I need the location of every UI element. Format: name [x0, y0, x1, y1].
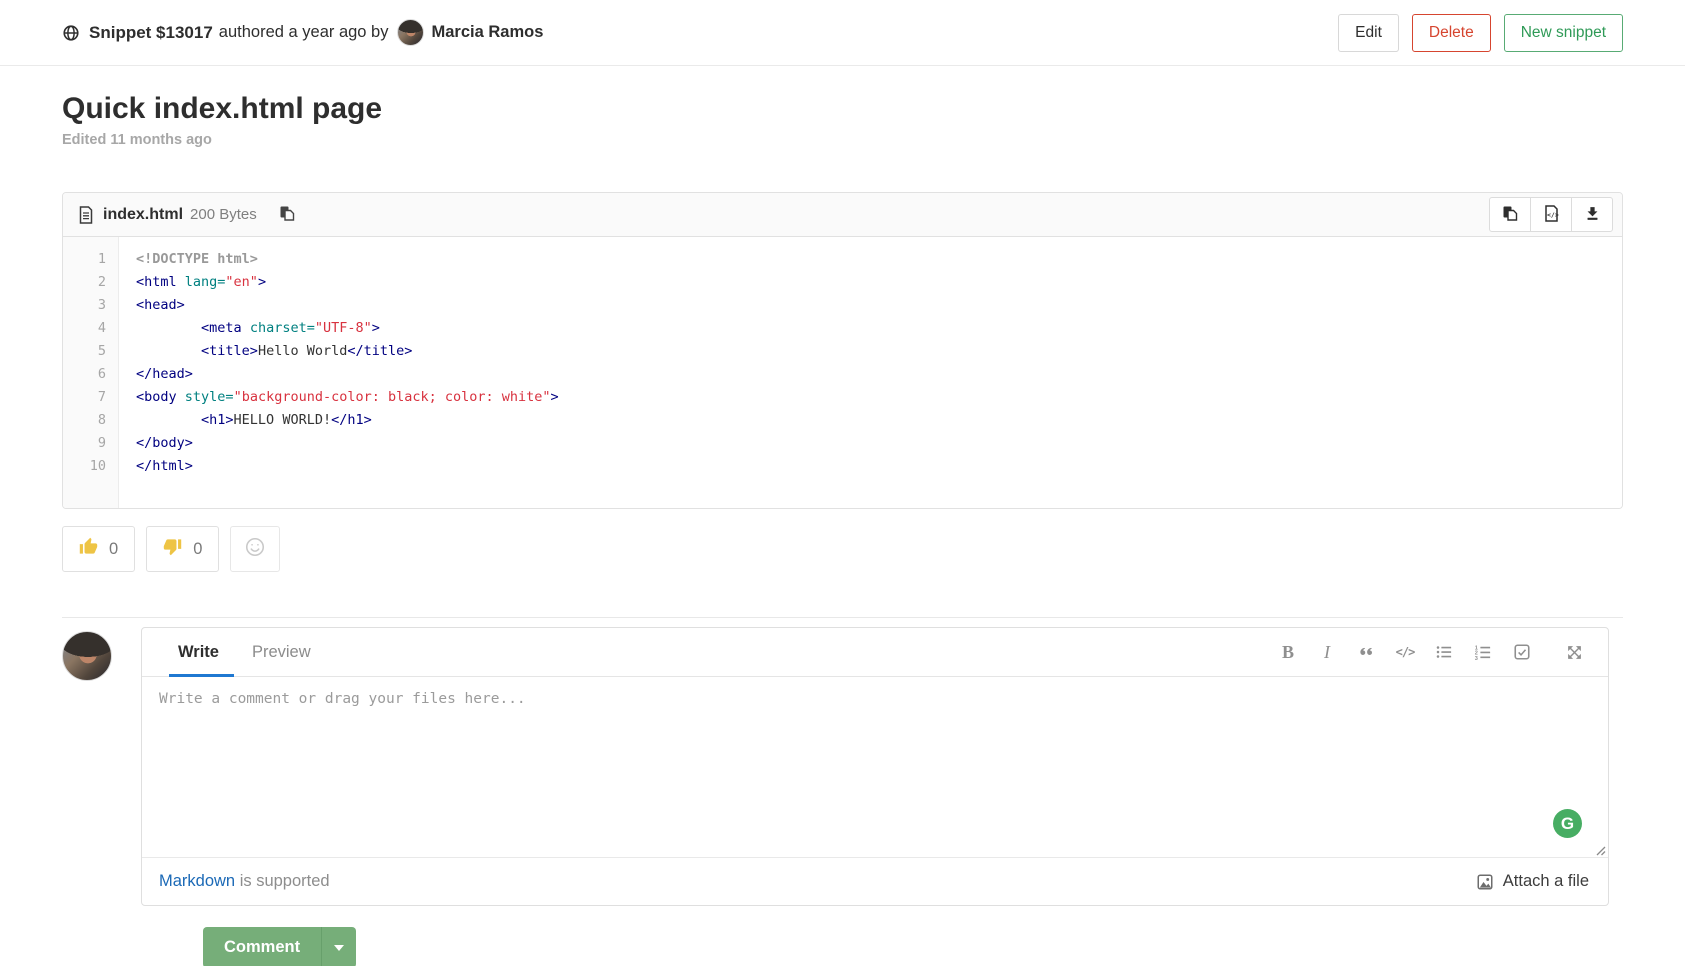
- snippet-id: Snippet $13017: [89, 23, 213, 43]
- thumbs-down-count: 0: [193, 540, 202, 559]
- copy-icon: [279, 205, 295, 225]
- markdown-note: Markdown is supported: [159, 872, 330, 891]
- code-viewer: 12345678910 <!DOCTYPE html><html lang="e…: [63, 237, 1622, 508]
- code-line: </head>: [136, 363, 1622, 386]
- bold-icon[interactable]: B: [1279, 643, 1297, 661]
- add-reaction-button[interactable]: [230, 526, 280, 572]
- code-line: </body>: [136, 432, 1622, 455]
- author-avatar[interactable]: [397, 19, 424, 46]
- file-card: index.html 200 Bytes </>: [62, 192, 1623, 509]
- resize-handle-icon[interactable]: [1594, 844, 1606, 856]
- line-number[interactable]: 8: [63, 409, 106, 432]
- edited-timestamp: Edited 11 months ago: [62, 132, 1623, 148]
- thumbs-down-button[interactable]: 0: [146, 526, 219, 572]
- svg-text:</>: </>: [1547, 211, 1559, 219]
- markdown-link[interactable]: Markdown: [159, 872, 235, 890]
- line-number[interactable]: 10: [63, 455, 106, 478]
- download-button[interactable]: [1571, 197, 1613, 232]
- globe-icon: [62, 24, 80, 42]
- grammarly-icon[interactable]: G: [1553, 809, 1582, 838]
- file-size: 200 Bytes: [190, 206, 257, 223]
- document-icon: [78, 206, 94, 224]
- comment-button[interactable]: Comment: [203, 927, 321, 966]
- line-number[interactable]: 7: [63, 386, 106, 409]
- file-header: index.html 200 Bytes </>: [63, 193, 1622, 237]
- attach-image-icon: [1476, 873, 1494, 891]
- comment-actions: Comment: [203, 927, 1623, 966]
- award-emoji-bar: 0 0: [62, 526, 1623, 572]
- quote-icon[interactable]: [1357, 643, 1375, 661]
- authored-text: authored a year ago by: [219, 23, 389, 42]
- download-icon: [1584, 205, 1601, 225]
- open-raw-button[interactable]: </>: [1530, 197, 1572, 232]
- edit-button[interactable]: Edit: [1338, 14, 1399, 52]
- task-list-icon[interactable]: [1513, 643, 1531, 661]
- delete-button[interactable]: Delete: [1412, 14, 1491, 52]
- open-raw-icon: </>: [1544, 205, 1559, 225]
- comment-box-footer: Markdown is supported Attach a file: [142, 857, 1608, 905]
- thumbs-up-icon: [79, 537, 98, 561]
- tab-write[interactable]: Write: [178, 628, 219, 677]
- file-name[interactable]: index.html: [103, 206, 183, 224]
- snippet-actions: Edit Delete New snippet: [1338, 14, 1623, 52]
- line-number[interactable]: 1: [63, 248, 106, 271]
- code-line: <html lang="en">: [136, 271, 1622, 294]
- code-line: <body style="background-color: black; co…: [136, 386, 1622, 409]
- comment-options-button[interactable]: [321, 927, 356, 966]
- code-line: <head>: [136, 294, 1622, 317]
- code-line: <title>Hello World</title>: [136, 340, 1622, 363]
- thumbs-down-icon: [163, 537, 182, 561]
- current-user-avatar: [62, 631, 112, 681]
- copy-contents-button[interactable]: [1489, 197, 1531, 232]
- comment-box: Write Preview B I </> 123: [141, 627, 1609, 906]
- line-number[interactable]: 9: [63, 432, 106, 455]
- smiley-icon: [244, 536, 266, 563]
- copy-file-path-button[interactable]: [275, 201, 299, 229]
- code-line: <!DOCTYPE html>: [136, 248, 1622, 271]
- line-numbers: 12345678910: [63, 237, 119, 508]
- markdown-toolbar: B I </> 123: [1279, 643, 1583, 661]
- comment-textarea[interactable]: [142, 677, 1608, 857]
- comment-box-header: Write Preview B I </> 123: [142, 628, 1608, 677]
- chevron-down-icon: [334, 945, 344, 951]
- section-divider: [62, 617, 1623, 618]
- code-lines: <!DOCTYPE html><html lang="en"><head> <m…: [119, 237, 1622, 508]
- line-number[interactable]: 3: [63, 294, 106, 317]
- fullscreen-icon[interactable]: [1565, 643, 1583, 661]
- code-line: <h1>HELLO WORLD!</h1>: [136, 409, 1622, 432]
- copy-contents-icon: [1502, 205, 1518, 225]
- code-line: <meta charset="UTF-8">: [136, 317, 1622, 340]
- tab-preview[interactable]: Preview: [252, 628, 311, 677]
- attach-file-label: Attach a file: [1503, 872, 1589, 891]
- markdown-suffix: is supported: [235, 872, 329, 890]
- code-icon[interactable]: </>: [1396, 643, 1414, 661]
- thumbs-up-button[interactable]: 0: [62, 526, 135, 572]
- thumbs-up-count: 0: [109, 540, 118, 559]
- line-number[interactable]: 5: [63, 340, 106, 363]
- code-line: </html>: [136, 455, 1622, 478]
- top-bar: Snippet $13017 authored a year ago by Ma…: [0, 0, 1685, 66]
- line-number[interactable]: 2: [63, 271, 106, 294]
- author-name[interactable]: Marcia Ramos: [432, 23, 544, 42]
- comment-form: Write Preview B I </> 123: [62, 627, 1623, 906]
- italic-icon[interactable]: I: [1318, 643, 1336, 661]
- file-actions: </>: [1489, 197, 1617, 232]
- line-number[interactable]: 4: [63, 317, 106, 340]
- attach-file-button[interactable]: Attach a file: [1476, 872, 1589, 891]
- line-number[interactable]: 6: [63, 363, 106, 386]
- svg-text:3: 3: [1475, 656, 1478, 661]
- page-title: Quick index.html page: [62, 92, 1623, 126]
- comment-split-button: Comment: [203, 927, 356, 966]
- new-snippet-button[interactable]: New snippet: [1504, 14, 1623, 52]
- bullet-list-icon[interactable]: [1435, 643, 1453, 661]
- numbered-list-icon[interactable]: 123: [1474, 643, 1492, 661]
- comment-body: G: [142, 677, 1608, 857]
